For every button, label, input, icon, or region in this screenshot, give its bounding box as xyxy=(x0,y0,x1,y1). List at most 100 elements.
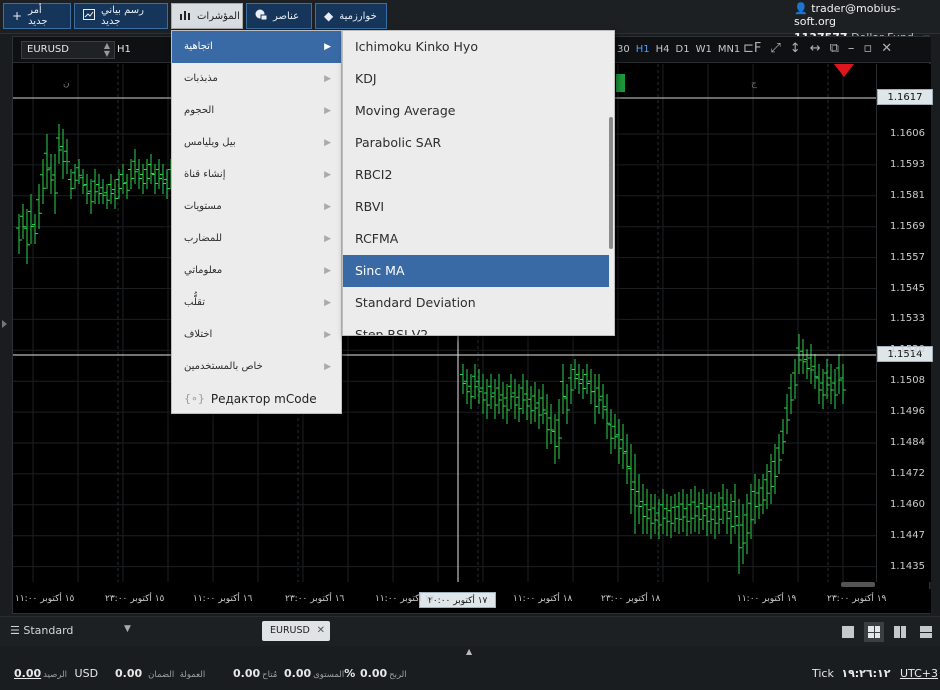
popout-icon[interactable]: ⧉ xyxy=(830,41,839,56)
profit-status: 0.00 الربح xyxy=(360,667,407,680)
available-status: 0.00 مُتاح xyxy=(233,667,278,680)
price-tick: 1.1593 xyxy=(890,158,925,170)
mcode-editor-item[interactable]: {∘} Редактор mCode xyxy=(172,383,341,415)
session-label: ج xyxy=(751,79,757,89)
price-tick: 1.1484 xyxy=(890,437,925,448)
alert-marker-icon xyxy=(834,64,854,77)
chart-tab[interactable]: EURUSD ✕ xyxy=(262,621,330,641)
indicator-category-item[interactable]: اتجاهية ▶ xyxy=(172,31,341,63)
indicator-category-item[interactable]: اختلاف ▶ xyxy=(172,319,341,351)
expand-panel-icon[interactable]: ▲ xyxy=(466,647,472,656)
indicator-category-label: معلوماتي xyxy=(184,265,223,276)
left-collapse-handle[interactable] xyxy=(2,320,7,328)
layout-vertical-icon[interactable] xyxy=(890,622,910,642)
timeframe-w1[interactable]: W1 xyxy=(696,44,712,55)
workspace-selector[interactable]: ☰ Standard ▼ xyxy=(10,624,131,637)
symbol-selector[interactable]: EURUSD ▲ ▼ xyxy=(21,41,115,59)
price-tick: 1.1435 xyxy=(890,560,925,572)
chevron-down-icon: ▼ xyxy=(124,624,131,634)
chevron-right-icon: ▶ xyxy=(324,266,331,276)
chart-tools: ⊏F ⤢ ↕ ↔ ⧉ – ▫ ✕ xyxy=(743,41,892,56)
timezone-selector[interactable]: UTC+3 xyxy=(900,667,938,680)
timeframe-mn1[interactable]: MN1 xyxy=(718,44,740,55)
algorithm-button[interactable]: ◆ خوارزمية xyxy=(315,3,387,29)
indicator-item[interactable]: Standard Deviation xyxy=(343,287,614,319)
position-marker xyxy=(616,74,625,92)
indicator-item[interactable]: Sinc MA xyxy=(343,255,609,287)
close-icon[interactable]: ✕ xyxy=(881,41,892,56)
price-tick: 1.1447 xyxy=(890,529,925,541)
timeframe-30[interactable]: 30 xyxy=(617,44,630,55)
clock-time: ١٩:٢٦:١٢ xyxy=(841,667,891,680)
spinner-icon: ▲ ▼ xyxy=(103,41,110,58)
indicator-category-label: الحجوم xyxy=(184,105,215,116)
time-tick: ١٧ أكتوبر ١١:٠٠ xyxy=(375,594,435,604)
user-icon: 👤 xyxy=(794,2,808,15)
new-order-label: أمر جديد xyxy=(28,5,48,27)
price-tick: 1.1472 xyxy=(890,467,925,479)
indicator-item[interactable]: RCFMA xyxy=(343,223,614,255)
trendline-icon[interactable]: ⊏F xyxy=(743,41,761,56)
price-tag-top: 1.1617 xyxy=(877,89,933,105)
indicators-menu: اتجاهية ▶ مذبذبات ▶ الحجوم ▶ بيل ويليامس ▶ إنشاء… xyxy=(171,30,342,414)
balance-status: 0.00 الرصيد USD xyxy=(14,667,99,680)
layout-single-icon[interactable] xyxy=(838,622,858,642)
vertical-resize-icon[interactable]: ↕ xyxy=(790,41,801,56)
indicator-category-item[interactable]: بيل ويليامس ▶ xyxy=(172,127,341,159)
time-tick: ١٩ أكتوبر ١١:٠٠ xyxy=(737,594,797,604)
indicator-category-item[interactable]: تقلُّب ▶ xyxy=(172,287,341,319)
close-icon[interactable]: ✕ xyxy=(317,621,325,641)
symbol-label: EURUSD xyxy=(27,44,69,55)
price-tick: 1.1520 xyxy=(890,344,925,356)
indicator-category-item[interactable]: إنشاء قناة ▶ xyxy=(172,159,341,191)
expand-icon[interactable]: ⤢ xyxy=(770,41,780,56)
submenu-scrollbar[interactable] xyxy=(609,117,613,249)
price-tick: 1.1496 xyxy=(890,406,925,418)
horizontal-resize-icon[interactable]: ↔ xyxy=(810,41,821,56)
horizontal-scrollbar[interactable] xyxy=(841,582,875,587)
price-tick: 1.1606 xyxy=(890,128,925,139)
layout-grid-icon[interactable] xyxy=(864,622,884,642)
indicator-item[interactable]: KDJ xyxy=(343,63,614,95)
chevron-right-icon: ▶ xyxy=(324,330,331,340)
account-user[interactable]: 👤 trader@mobius-soft.org xyxy=(794,2,936,28)
current-timeframe: H1 xyxy=(117,44,131,55)
indicator-category-item[interactable]: مذبذبات ▶ xyxy=(172,63,341,95)
time-axis[interactable]: ١٧ أكتوبر ٢٠:٠٠ ١٥ أكتوبر ١١:٠٠ ١٥ أكتوبر… xyxy=(13,589,931,613)
chevron-right-icon: ▶ xyxy=(324,42,331,52)
timeframe-d1[interactable]: D1 xyxy=(676,44,690,55)
indicator-category-label: تقلُّب xyxy=(184,297,205,308)
maximize-icon[interactable]: ▫ xyxy=(863,41,872,56)
indicator-item[interactable]: Parabolic SAR xyxy=(343,127,614,159)
minimize-icon[interactable]: – xyxy=(848,41,855,56)
indicator-item[interactable]: Step RSI V2 xyxy=(343,319,614,335)
price-axis[interactable]: 1.1617 1.1514 1.1606 1.1593 1.1581 1.1569 1.… xyxy=(876,64,933,582)
indicator-item[interactable]: Ichimoku Kinko Hyo xyxy=(343,31,614,63)
indicators-button[interactable]: المؤشرات xyxy=(171,3,243,29)
indicator-category-item[interactable]: معلوماتي ▶ xyxy=(172,255,341,287)
indicator-category-item[interactable]: الحجوم ▶ xyxy=(172,95,341,127)
new-order-button[interactable]: + أمر جديد xyxy=(3,3,71,29)
indicator-category-item[interactable]: للمضارب ▶ xyxy=(172,223,341,255)
indicator-category-label: إنشاء قناة xyxy=(184,169,226,180)
algorithm-label: خوارزمية xyxy=(339,10,377,22)
workspace-label: Standard xyxy=(23,624,74,637)
new-chart-label: رسم بياني جديد xyxy=(101,5,145,27)
layout-buttons xyxy=(838,622,936,642)
indicator-item[interactable]: RBCI2 xyxy=(343,159,614,191)
session-label: ن xyxy=(63,79,70,89)
indicator-item[interactable]: Moving Average xyxy=(343,95,614,127)
indicator-category-label: بيل ويليامس xyxy=(184,137,236,148)
time-tick: ١٩ أكتوبر ٢٣:٠٠ xyxy=(827,594,887,604)
timeframe-h4[interactable]: H4 xyxy=(656,44,670,55)
new-chart-button[interactable]: رسم بياني جديد xyxy=(74,3,168,29)
indicator-category-item[interactable]: خاص بالمستخدمين ▶ xyxy=(172,351,341,383)
time-tick: ١٨ أكتوبر ١١:٠٠ xyxy=(513,594,573,604)
indicator-category-label: للمضارب xyxy=(184,233,223,244)
indicator-category-item[interactable]: مستويات ▶ xyxy=(172,191,341,223)
indicator-item[interactable]: RBVI xyxy=(343,191,614,223)
elements-button[interactable]: عناصر xyxy=(246,3,312,29)
timeframe-h1[interactable]: H1 xyxy=(636,44,650,55)
code-braces-icon: {∘} xyxy=(184,392,205,405)
layout-horizontal-icon[interactable] xyxy=(916,622,936,642)
